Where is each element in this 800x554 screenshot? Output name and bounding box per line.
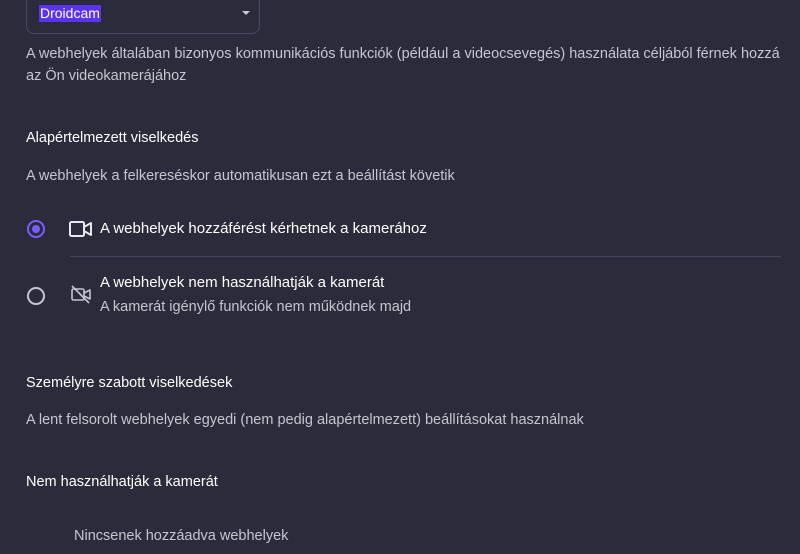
custom-behavior-description: A lent felsorolt webhelyek egyedi (nem p… xyxy=(26,412,584,428)
chevron-down-icon[interactable] xyxy=(242,11,250,15)
radio-allow[interactable] xyxy=(27,220,45,238)
camera-icon xyxy=(69,219,93,244)
radio-block[interactable] xyxy=(27,287,45,305)
option-allow-camera[interactable]: A webhelyek hozzáférést kérhetnek a kame… xyxy=(0,210,800,250)
blocked-title: Nem használhatják a kamerát xyxy=(26,474,218,490)
default-behavior-description: A webhelyek a felkereséskor automatikusa… xyxy=(26,168,455,184)
option-block-camera[interactable]: A webhelyek nem használhatják a kamerát … xyxy=(0,268,800,324)
option-allow-label: A webhelyek hozzáférést kérhetnek a kame… xyxy=(100,220,427,237)
default-behavior-title: Alapértelmezett viselkedés xyxy=(26,130,199,146)
custom-behavior-title: Személyre szabott viselkedések xyxy=(26,375,233,391)
camera-off-icon xyxy=(70,284,92,309)
camera-description: A webhelyek általában bizonyos kommuniká… xyxy=(26,46,780,84)
divider xyxy=(70,256,781,257)
option-block-sublabel: A kamerát igénylő funkciók nem működnek … xyxy=(100,299,412,315)
option-block-label: A webhelyek nem használhatják a kamerát xyxy=(100,274,385,291)
camera-select-value[interactable]: Droidcam xyxy=(39,5,101,22)
blocked-empty-text: Nincsenek hozzáadva webhelyek xyxy=(74,528,289,544)
